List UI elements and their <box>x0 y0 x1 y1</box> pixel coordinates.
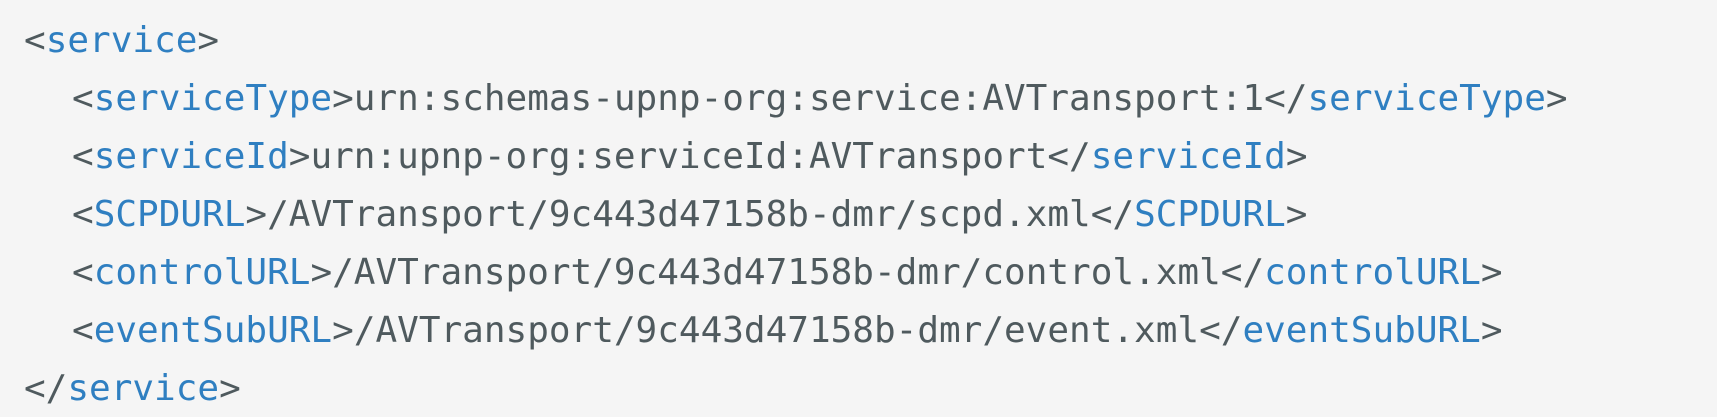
code-block: <service> <serviceType>urn:schemas-upnp-… <box>0 0 1717 417</box>
tag-name: SCPDURL <box>93 194 246 235</box>
code-line-service-id: <serviceId>urn:upnp-org:serviceId:AVTran… <box>72 136 1308 177</box>
tag-name: serviceId <box>93 136 289 177</box>
tag-value: urn:upnp-org:serviceId:AVTransport <box>310 136 1048 177</box>
tag-value: /AVTransport/9c443d47158b-dmr/control.xm… <box>332 252 1221 293</box>
tag-name: serviceType <box>1307 78 1546 119</box>
tag-name: serviceId <box>1090 136 1286 177</box>
tag-name: controlURL <box>93 252 311 293</box>
tag-value: /AVTransport/9c443d47158b-dmr/scpd.xml <box>267 194 1091 235</box>
tag-name: eventSubURL <box>93 310 333 351</box>
tag-name: service <box>45 20 198 61</box>
code-line-control-url: <controlURL>/AVTransport/9c443d47158b-dm… <box>72 252 1503 293</box>
code-line-scpd-url: <SCPDURL>/AVTransport/9c443d47158b-dmr/s… <box>72 194 1308 235</box>
tag-name: SCPDURL <box>1134 194 1286 235</box>
tag-name: eventSubURL <box>1242 310 1481 351</box>
code-line-event-sub-url: <eventSubURL>/AVTransport/9c443d47158b-d… <box>72 310 1503 351</box>
tag-name: controlURL <box>1264 252 1481 293</box>
tag-name: service <box>67 368 220 409</box>
tag-value: /AVTransport/9c443d47158b-dmr/event.xml <box>353 310 1200 351</box>
code-line-close-service: </service> <box>24 368 241 409</box>
code-line-open-service: <service> <box>24 20 220 61</box>
tag-value: urn:schemas-upnp-org:service:AVTransport… <box>353 78 1265 119</box>
code-line-service-type: <serviceType>urn:schemas-upnp-org:servic… <box>72 78 1568 119</box>
tag-name: serviceType <box>93 78 333 119</box>
